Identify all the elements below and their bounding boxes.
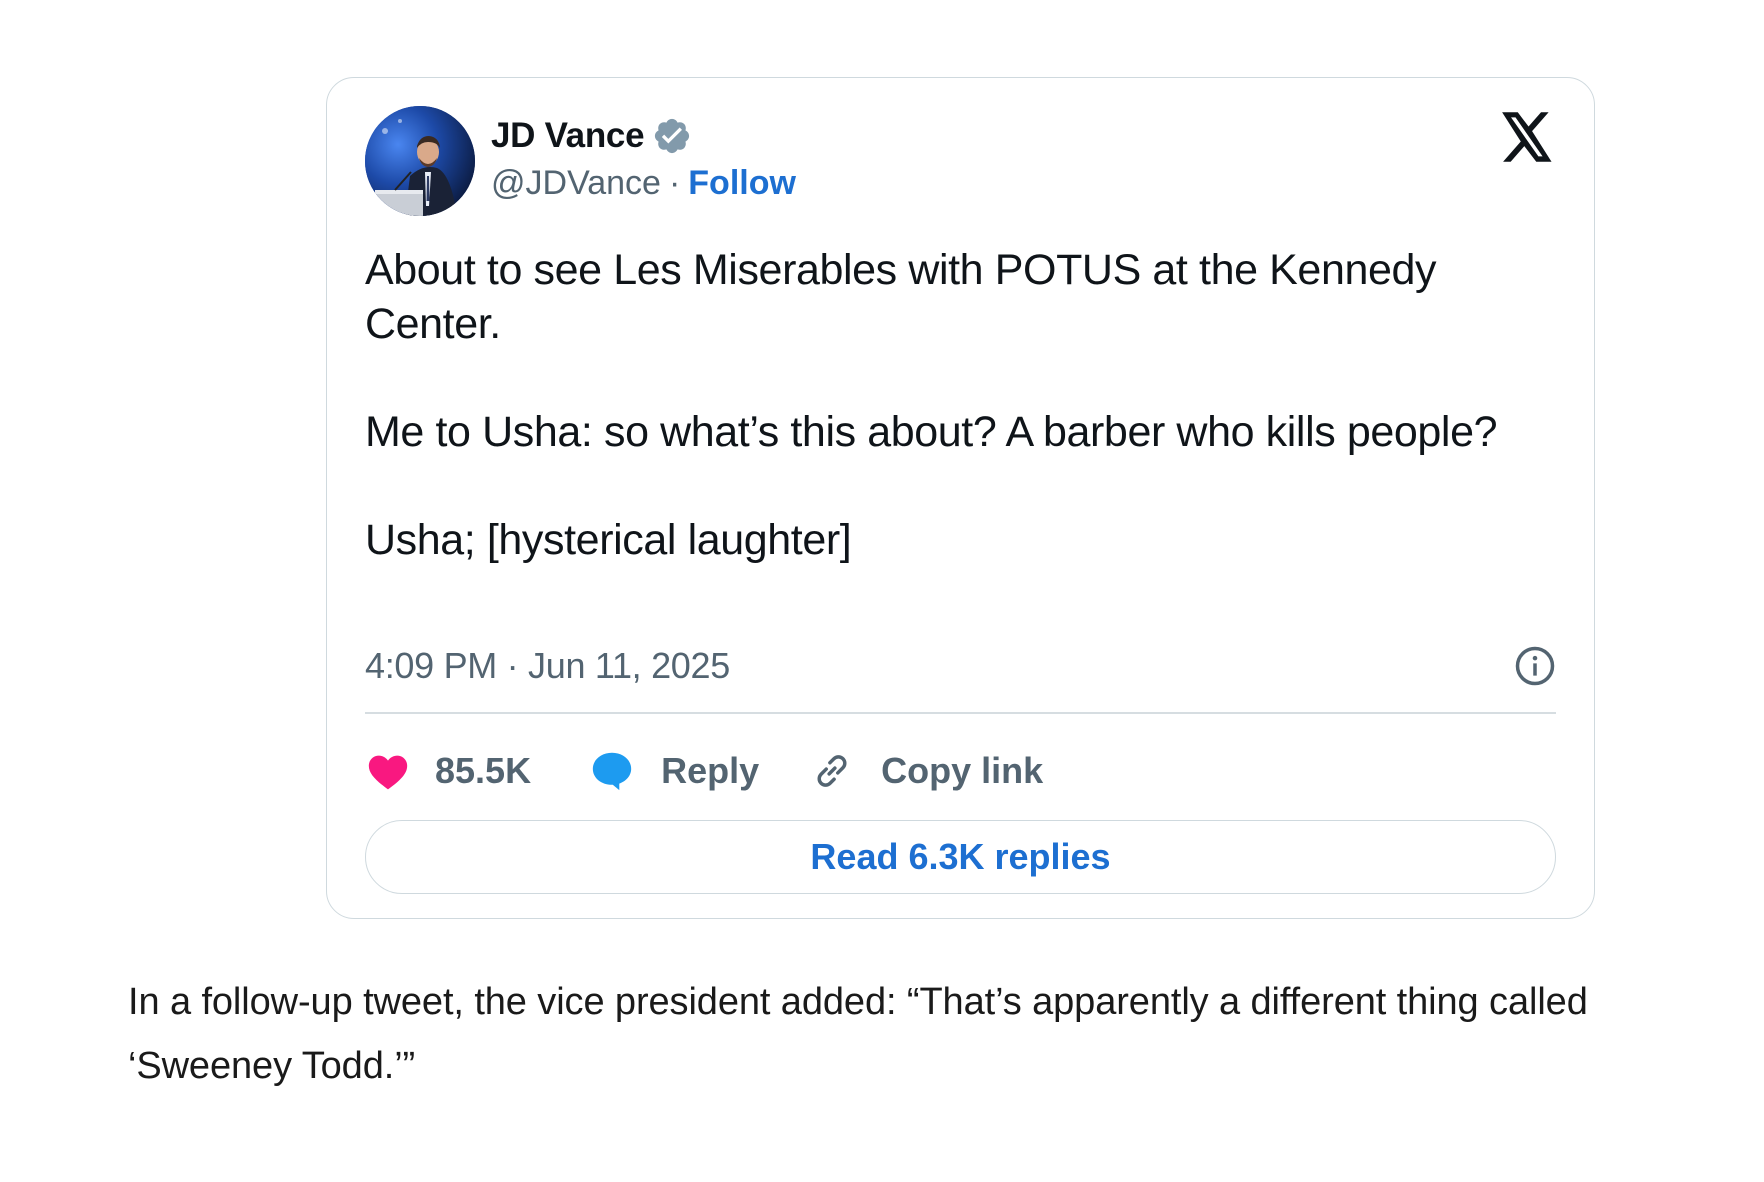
verified-badge-icon [652, 116, 692, 156]
author-handle[interactable]: @JDVance [491, 164, 661, 203]
author-display-name[interactable]: JD Vance [491, 116, 645, 156]
info-icon[interactable] [1514, 645, 1556, 687]
read-replies-button[interactable]: Read 6.3K replies [365, 820, 1556, 894]
copy-link-label: Copy link [881, 750, 1044, 791]
heart-icon [365, 748, 411, 794]
like-button[interactable]: 85.5K [365, 748, 531, 794]
handle-row: @JDVance · Follow [491, 158, 796, 208]
tweet-paragraph: Usha; [hysterical laughter] [365, 516, 852, 564]
tweet-text: About to see Les Miserables with POTUS a… [365, 243, 1545, 567]
link-icon [809, 748, 855, 794]
tweet-embed-card: JD Vance @JDVance · Follow About to see [326, 77, 1595, 919]
timestamp-row: 4:09 PM · Jun 11, 2025 [365, 641, 1556, 691]
display-name-row: JD Vance [491, 114, 796, 158]
reply-button[interactable]: Reply [589, 748, 759, 794]
reply-label: Reply [661, 750, 760, 791]
article-caption: In a follow-up tweet, the vice president… [128, 981, 1588, 1087]
like-count: 85.5K [435, 750, 532, 791]
x-logo-icon[interactable] [1500, 112, 1554, 162]
separator-dot: · [668, 163, 681, 202]
tweet-paragraph: Me to Usha: so what’s this about? A barb… [365, 408, 1498, 456]
tweet-paragraph: About to see Les Miserables with POTUS a… [365, 246, 1437, 348]
tweet-timestamp[interactable]: 4:09 PM · Jun 11, 2025 [365, 645, 730, 687]
copy-link-button[interactable]: Copy link [809, 748, 1043, 794]
tweet-actions: 85.5K Reply Copy link [365, 736, 1043, 806]
speech-bubble-icon [589, 748, 635, 794]
author-names: JD Vance @JDVance · Follow [491, 114, 796, 208]
follow-button[interactable]: Follow [688, 164, 796, 203]
divider [365, 712, 1556, 714]
author-avatar[interactable] [365, 106, 475, 216]
tweet-header: JD Vance @JDVance · Follow [365, 106, 1556, 218]
